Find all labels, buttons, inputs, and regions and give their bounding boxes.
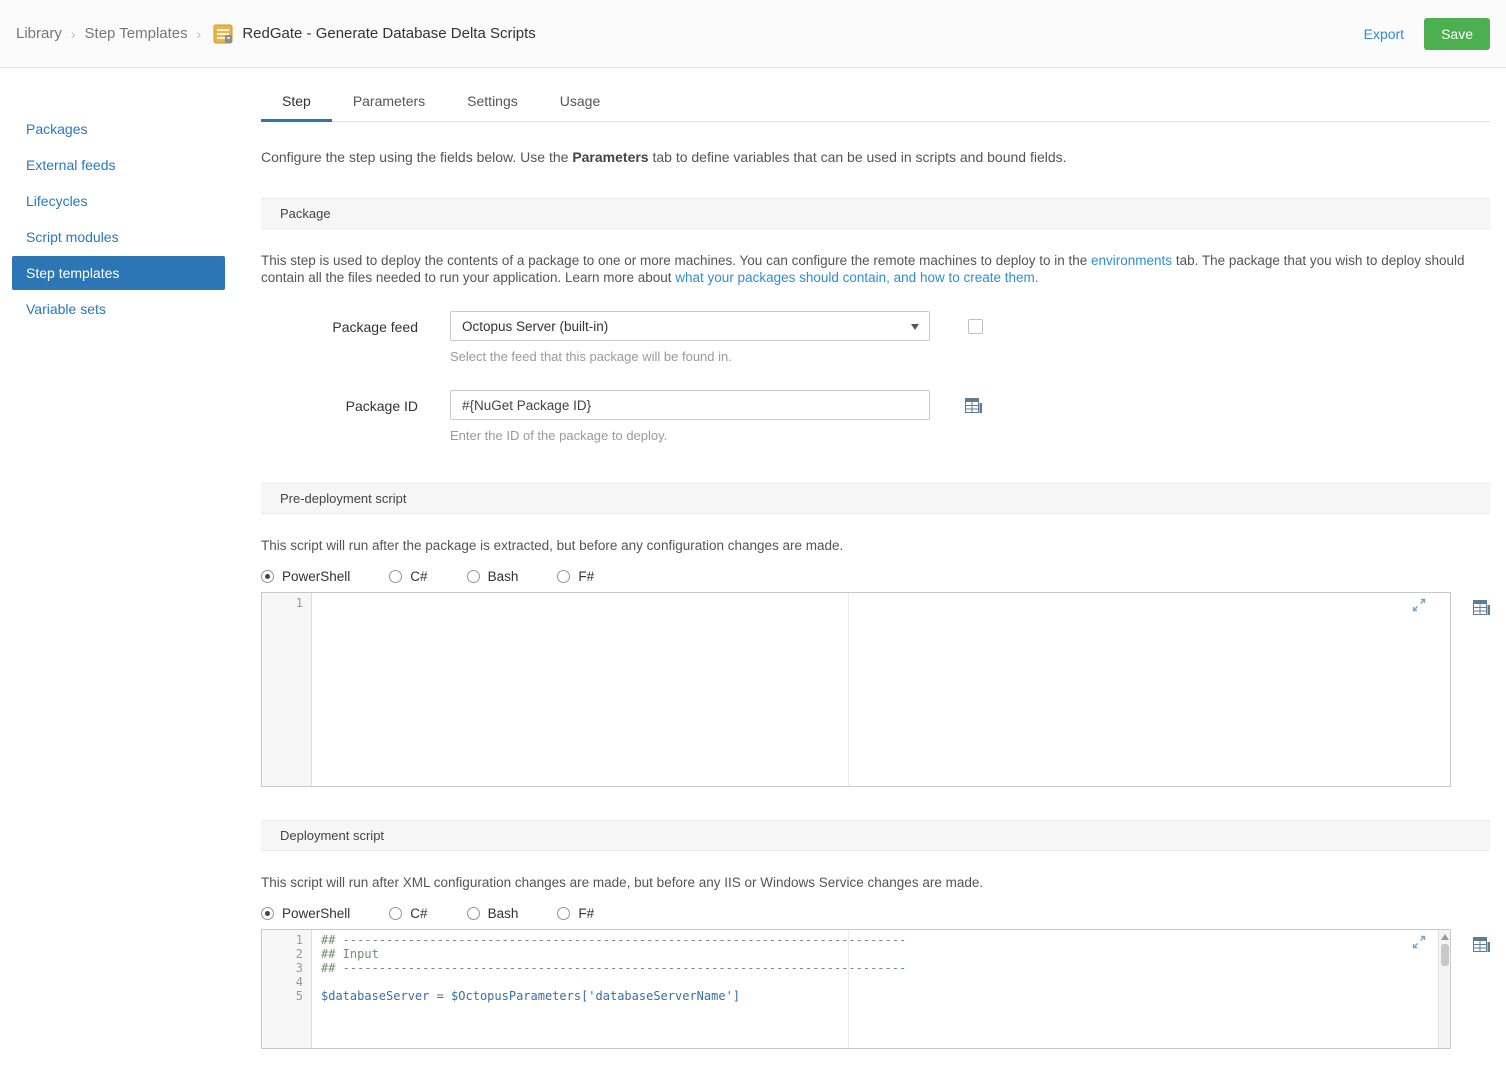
top-bar: Library › Step Templates › RedGate - Gen…: [0, 0, 1506, 68]
radio-bash[interactable]: Bash: [466, 569, 518, 584]
pre-deployment-description: This script will run after the package i…: [261, 538, 844, 553]
deployment-script-editor[interactable]: 1 2 3 4 5 ## ---------------------------…: [261, 929, 1451, 1049]
sidebar-item-packages[interactable]: Packages: [12, 112, 225, 146]
print-margin-ruler: [848, 593, 849, 786]
radio-icon: [557, 907, 571, 920]
editor-code-area[interactable]: ## -------------------------------------…: [312, 930, 1450, 1048]
radio-powershell[interactable]: PowerShell: [261, 569, 350, 584]
page-title: RedGate - Generate Database Delta Script…: [242, 25, 536, 42]
editor-gutter: 1 2 3 4 5: [262, 930, 312, 1048]
chevron-down-icon: [911, 324, 919, 330]
section-header-package: Package: [261, 198, 1490, 229]
breadcrumb-separator: ›: [196, 25, 202, 42]
tab-settings[interactable]: Settings: [446, 82, 539, 121]
editor-code-area[interactable]: [312, 593, 1450, 786]
pre-deployment-language-radios: PowerShell C# Bash F#: [261, 569, 1490, 584]
scroll-up-icon[interactable]: [1440, 934, 1449, 940]
package-id-label: Package ID: [345, 398, 418, 414]
sidebar-item-step-templates[interactable]: Step templates: [12, 256, 225, 290]
intro-text: Configure the step using the fields belo…: [261, 149, 1067, 165]
package-id-help: Enter the ID of the package to deploy.: [450, 428, 668, 443]
editor-gutter: 1: [262, 593, 312, 786]
export-link[interactable]: Export: [1364, 26, 1404, 42]
breadcrumb-step-templates[interactable]: Step Templates: [85, 25, 188, 42]
editor-vertical-scrollbar[interactable]: [1438, 930, 1450, 1048]
section-header-deployment-script: Deployment script: [261, 820, 1490, 851]
insert-variable-icon[interactable]: [1473, 600, 1490, 615]
save-button[interactable]: Save: [1424, 17, 1490, 50]
package-feed-select[interactable]: Octopus Server (built-in): [450, 311, 930, 341]
sidebar-item-script-modules[interactable]: Script modules: [12, 220, 225, 254]
tab-step[interactable]: Step: [261, 82, 332, 122]
radio-csharp[interactable]: C#: [389, 906, 428, 921]
packages-help-link[interactable]: what your packages should contain, and h…: [675, 270, 1038, 285]
expand-editor-icon[interactable]: [1412, 598, 1426, 615]
package-feed-checkbox[interactable]: [968, 318, 983, 334]
radio-fsharp[interactable]: F#: [557, 906, 594, 921]
tab-usage[interactable]: Usage: [539, 82, 621, 121]
print-margin-ruler: [848, 930, 849, 1048]
pre-deployment-script-editor[interactable]: 1: [261, 592, 1451, 787]
section-header-pre-deployment-script: Pre-deployment script: [261, 483, 1490, 514]
main-content: Step Parameters Settings Usage Configure…: [261, 68, 1506, 1089]
radio-fsharp[interactable]: F#: [557, 569, 594, 584]
intro-parameters-bold: Parameters: [572, 149, 649, 165]
radio-icon: [261, 907, 274, 920]
radio-icon: [261, 570, 274, 583]
radio-powershell[interactable]: PowerShell: [261, 906, 350, 921]
package-id-input[interactable]: [450, 390, 930, 420]
radio-icon: [389, 907, 403, 920]
radio-bash[interactable]: Bash: [466, 906, 518, 921]
deployment-language-radios: PowerShell C# Bash F#: [261, 906, 1490, 921]
package-feed-row: Package feed Octopus Server (built-in) S…: [261, 311, 1490, 364]
radio-icon: [389, 570, 403, 583]
radio-icon: [466, 907, 480, 920]
sidebar: Packages External feeds Lifecycles Scrip…: [0, 68, 261, 1089]
package-feed-help: Select the feed that this package will b…: [450, 349, 732, 364]
package-id-row: Package ID Enter t: [261, 390, 1490, 443]
breadcrumb-library[interactable]: Library: [16, 25, 62, 42]
radio-csharp[interactable]: C#: [389, 569, 428, 584]
tab-parameters[interactable]: Parameters: [332, 82, 446, 121]
insert-variable-icon[interactable]: [1473, 937, 1490, 952]
sidebar-item-external-feeds[interactable]: External feeds: [12, 148, 225, 182]
environments-link[interactable]: environments: [1091, 253, 1172, 268]
sidebar-item-lifecycles[interactable]: Lifecycles: [12, 184, 225, 218]
radio-icon: [466, 570, 480, 583]
breadcrumb-separator: ›: [70, 25, 76, 42]
package-feed-label: Package feed: [332, 319, 418, 335]
step-template-icon: [212, 23, 234, 45]
tab-bar: Step Parameters Settings Usage: [261, 82, 1490, 122]
sidebar-item-variable-sets[interactable]: Variable sets: [12, 292, 225, 326]
insert-variable-icon[interactable]: [965, 397, 982, 413]
scrollbar-thumb[interactable]: [1440, 944, 1449, 966]
radio-icon: [557, 570, 571, 583]
package-description: This step is used to deploy the contents…: [261, 253, 1465, 285]
deployment-description: This script will run after XML configura…: [261, 875, 984, 890]
